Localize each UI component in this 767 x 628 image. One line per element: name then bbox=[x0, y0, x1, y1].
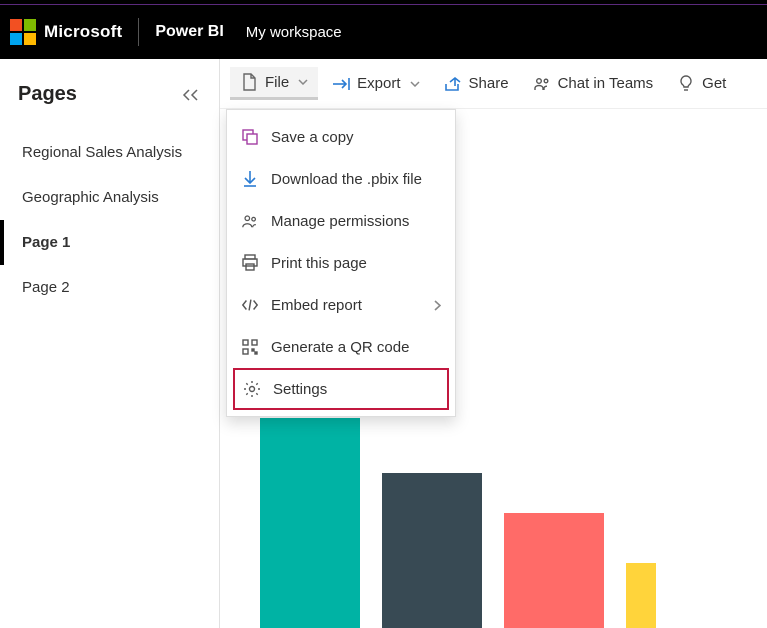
chevron-down-icon bbox=[410, 81, 420, 87]
sidebar-item-page-1[interactable]: Page 1 bbox=[0, 220, 219, 265]
powerbi-brand[interactable]: Power BI bbox=[155, 23, 223, 41]
file-icon bbox=[240, 73, 258, 91]
code-icon bbox=[241, 296, 259, 314]
menu-settings[interactable]: Settings bbox=[233, 368, 449, 410]
people-icon bbox=[241, 212, 259, 230]
gear-icon bbox=[243, 380, 261, 398]
collapse-sidebar-icon[interactable] bbox=[181, 88, 201, 102]
chevron-down-icon bbox=[298, 79, 308, 85]
file-button[interactable]: File bbox=[230, 67, 318, 100]
sidebar-item-geographic-analysis[interactable]: Geographic Analysis bbox=[0, 175, 219, 220]
sidebar-title: Pages bbox=[18, 83, 77, 106]
menu-print-this-page[interactable]: Print this page bbox=[227, 242, 455, 284]
bar-3 bbox=[504, 513, 604, 628]
submenu-arrow-icon bbox=[434, 300, 441, 311]
menu-embed-report[interactable]: Embed report bbox=[227, 284, 455, 326]
global-header: Microsoft Power BI My workspace bbox=[0, 5, 767, 59]
microsoft-logo[interactable]: Microsoft bbox=[10, 19, 122, 45]
get-insights-button[interactable]: Get bbox=[667, 69, 736, 99]
bar-chart[interactable] bbox=[260, 398, 767, 628]
menu-manage-permissions[interactable]: Manage permissions bbox=[227, 200, 455, 242]
report-toolbar: File Export bbox=[220, 59, 767, 109]
sidebar-item-page-2[interactable]: Page 2 bbox=[0, 265, 219, 310]
qr-icon bbox=[241, 338, 259, 356]
teams-icon bbox=[533, 75, 551, 93]
export-button[interactable]: Export bbox=[322, 69, 429, 99]
workspace-breadcrumb[interactable]: My workspace bbox=[246, 24, 342, 41]
pages-sidebar: Pages Regional Sales Analysis Geographic… bbox=[0, 59, 220, 628]
bar-4 bbox=[626, 563, 656, 628]
file-dropdown-menu: Save a copy Download the .pbix file M bbox=[226, 109, 456, 417]
save-copy-icon bbox=[241, 128, 259, 146]
sidebar-item-regional-sales[interactable]: Regional Sales Analysis bbox=[0, 130, 219, 175]
menu-save-a-copy[interactable]: Save a copy bbox=[227, 116, 455, 158]
export-icon bbox=[332, 75, 350, 93]
share-button[interactable]: Share bbox=[434, 69, 519, 99]
lightbulb-icon bbox=[677, 75, 695, 93]
chat-in-teams-button[interactable]: Chat in Teams bbox=[523, 69, 664, 99]
microsoft-text: Microsoft bbox=[44, 22, 122, 42]
print-icon bbox=[241, 254, 259, 272]
header-divider bbox=[138, 18, 139, 46]
download-icon bbox=[241, 170, 259, 188]
report-canvas-area: File Export bbox=[220, 59, 767, 628]
bar-2 bbox=[382, 473, 482, 628]
bar-1 bbox=[260, 418, 360, 628]
menu-generate-qr-code[interactable]: Generate a QR code bbox=[227, 326, 455, 368]
menu-download-pbix[interactable]: Download the .pbix file bbox=[227, 158, 455, 200]
share-icon bbox=[444, 75, 462, 93]
